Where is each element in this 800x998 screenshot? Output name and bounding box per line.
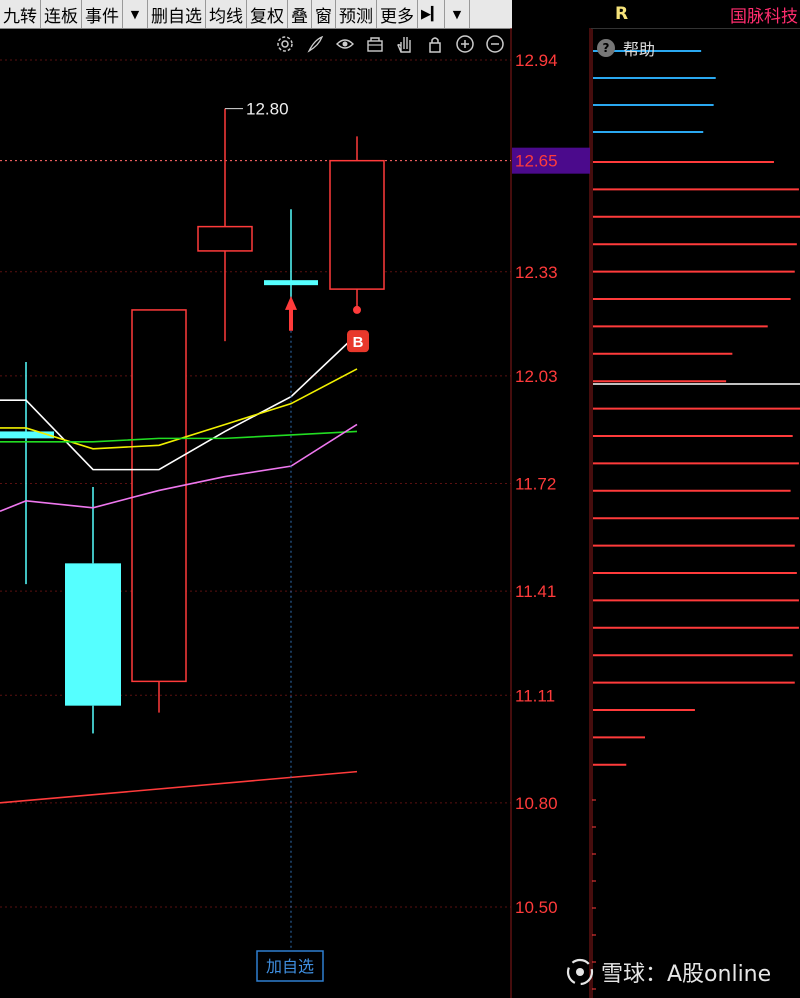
candle-body [197,225,253,252]
y-axis-tick-label: 12.33 [515,263,558,282]
eye-icon [336,39,354,49]
toolbar-forecast-button[interactable]: 预测 [336,0,377,28]
chart-tools [272,32,512,56]
buy-dot [353,305,361,314]
xueqiu-logo-icon [566,958,594,986]
toolbar-adjust-button[interactable]: 复权 [247,0,288,28]
long-trend-line [0,770,358,804]
candle-body [264,280,318,286]
current-price-label: 12.65 [515,152,558,171]
volume-distribution [591,28,800,998]
brush-icon [307,35,324,53]
y-axis-tick-label: 11.72 [515,475,556,494]
hand-icon [397,37,411,53]
panel-header: R 国脉科技 [591,0,800,29]
zoom-out-icon [486,35,504,53]
toolbar-lianban-button[interactable]: 连板 [41,0,82,28]
visibility-tool[interactable] [332,33,358,55]
toolbar-more-dropdown[interactable]: ▼ [445,0,470,28]
watermark: 雪球：A股online [565,955,771,989]
y-axis-tick-label: 11.11 [515,686,555,705]
pan-tool[interactable] [392,33,418,55]
high-annotation-label: 12.80 [246,100,289,119]
help-label: 帮助 [623,40,656,59]
gear-icon [277,36,293,52]
candlestick-chart[interactable]: 12.94 12.65 12.33 12.03 11.72 11.41 11.11 10.80… [0,28,591,998]
toolbar-jiuzhuan-button[interactable]: 九转 [0,0,41,28]
r-marker: R [615,4,629,24]
y-axis-tick-label: 10.50 [515,898,558,917]
basket-tool[interactable] [362,33,388,55]
lock-icon [429,37,441,53]
lock-tool[interactable] [422,33,448,55]
candle-body [65,563,121,706]
help-button[interactable]: ? 帮助 [597,36,655,60]
zoom-in-tool[interactable] [452,33,478,55]
order-book-panel: R 国脉科技 ? 帮助 [591,0,800,998]
y-axis-tick-label: 11.41 [515,582,556,601]
up-arrow-icon [285,296,297,331]
y-axis-tick-label: 12.94 [515,51,558,70]
add-watchlist-label[interactable]: 加自选 [266,957,314,976]
y-axis-tick-label: 10.80 [515,794,558,813]
draw-tool[interactable] [302,33,328,55]
candle-body [329,159,385,290]
chart-toolbar: 九转 连板 事件 ▼ 删自选 均线 复权 叠 窗 预测 更多 ▶▎ ▼ [0,0,512,29]
toolbar-remove-watchlist-button[interactable]: 删自选 [148,0,206,28]
toolbar-event-dropdown[interactable]: ▼ [123,0,148,28]
toolbar-ma-button[interactable]: 均线 [206,0,247,28]
y-axis-tick-label: 12.03 [515,367,558,386]
question-icon: ? [597,39,615,57]
zoom-in-icon [456,35,474,53]
stock-name[interactable]: 国脉科技 [730,2,798,27]
zoom-out-tool[interactable] [482,33,508,55]
watermark-text: 雪球：A股online [601,962,772,987]
toolbar-more-button[interactable]: 更多 [377,0,418,28]
toolbar-panel-toggle-button[interactable]: ▶▎ [418,0,445,28]
settings-tool[interactable] [272,33,298,55]
toolbar-event-button[interactable]: 事件 [82,0,123,28]
toolbar-window-button[interactable]: 窗 [312,0,336,28]
basket-icon [367,37,383,52]
toolbar-overlay-button[interactable]: 叠 [288,0,312,28]
buy-marker-label: B [353,334,364,351]
